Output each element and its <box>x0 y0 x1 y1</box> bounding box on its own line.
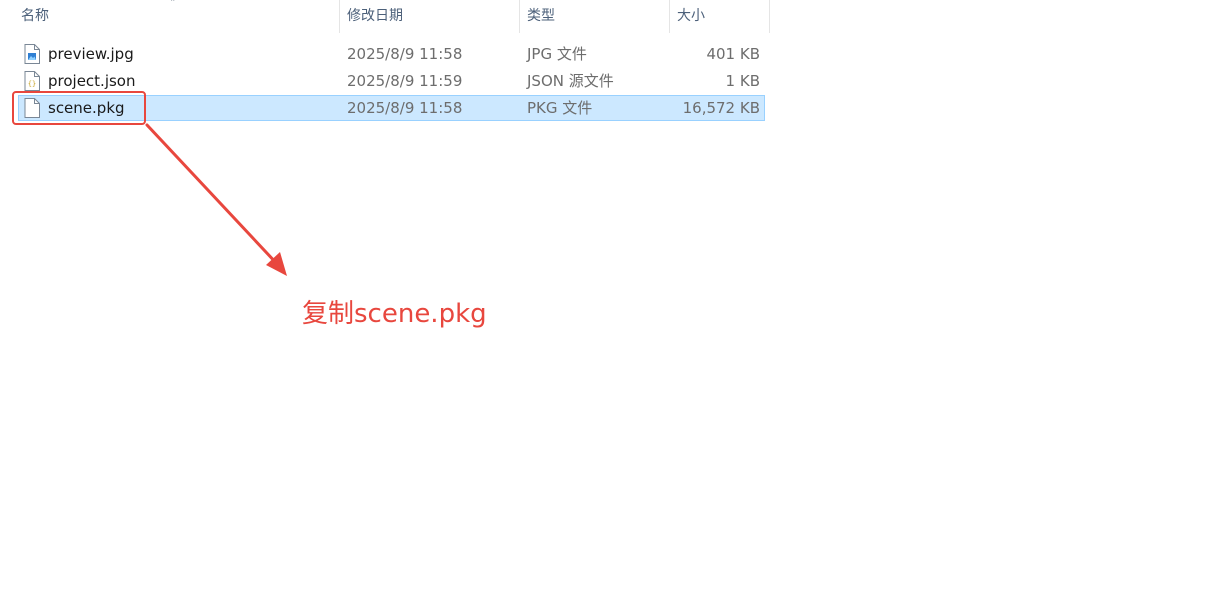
column-type-label: 类型 <box>527 8 555 24</box>
column-size-label: 大小 <box>677 8 705 24</box>
column-modified-label: 修改日期 <box>347 8 403 24</box>
file-row-preview-jpg[interactable]: preview.jpg 2025/8/9 11:58 JPG 文件 401 KB <box>18 41 765 67</box>
file-name: preview.jpg <box>48 45 134 63</box>
file-size: 16,572 KB <box>682 99 760 117</box>
file-type: JPG 文件 <box>527 45 587 63</box>
file-size: 401 KB <box>706 45 760 63</box>
json-file-icon: {} <box>24 71 40 91</box>
column-divider[interactable] <box>519 0 520 33</box>
image-file-icon <box>24 44 40 64</box>
file-modified: 2025/8/9 11:58 <box>347 45 463 63</box>
file-type: JSON 源文件 <box>527 72 614 90</box>
column-divider[interactable] <box>339 0 340 33</box>
svg-text:{}: {} <box>28 80 36 88</box>
chevron-up-icon: ˄ <box>170 0 176 10</box>
column-divider[interactable] <box>769 0 770 33</box>
column-name[interactable]: 名称 <box>21 0 339 33</box>
file-modified: 2025/8/9 11:58 <box>347 99 463 117</box>
annotation-text: 复制scene.pkg <box>302 299 487 329</box>
column-name-label: 名称 <box>21 8 49 24</box>
column-type[interactable]: 类型 <box>527 0 669 33</box>
annotation-highlight-box <box>12 91 146 125</box>
column-modified[interactable]: 修改日期 <box>347 0 519 33</box>
column-divider[interactable] <box>669 0 670 33</box>
file-size: 1 KB <box>725 72 760 90</box>
file-type: PKG 文件 <box>527 99 593 117</box>
file-modified: 2025/8/9 11:59 <box>347 72 463 90</box>
column-size[interactable]: 大小 <box>677 0 769 33</box>
file-explorer-view: 名称 ˄ 修改日期 类型 大小 preview.jpg 2025/8/9 11:… <box>0 0 1206 599</box>
column-header: 名称 ˄ 修改日期 类型 大小 <box>0 0 770 33</box>
